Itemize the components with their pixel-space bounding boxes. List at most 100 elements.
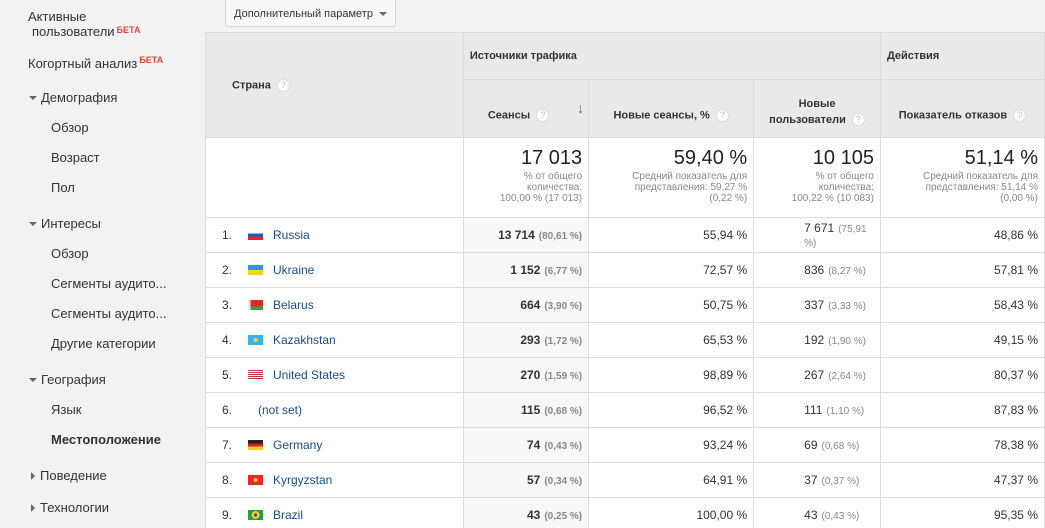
- country-link[interactable]: Kyrgyzstan: [273, 473, 332, 487]
- new-users-value: 7 671: [804, 221, 835, 235]
- column-header-bounce-rate[interactable]: Показатель отказов?: [879, 79, 1045, 138]
- bounce-rate-cell: 87,83 %: [879, 392, 1045, 428]
- sidebar-item-active-users[interactable]: Активные пользователи БЕТА: [28, 9, 140, 39]
- analytics-location-report: Активные пользователи БЕТА Когортный анал…: [0, 0, 1045, 528]
- country-link[interactable]: Russia: [273, 228, 310, 242]
- sidebar-item-label: Поведение: [40, 468, 107, 483]
- sort-descending-icon[interactable]: ↓: [577, 100, 584, 116]
- new-users-cell: 43 (0,43 %): [753, 497, 881, 528]
- row-index: 1.: [222, 228, 233, 242]
- column-header-new-sessions[interactable]: Новые сеансы, %?: [588, 79, 755, 138]
- sessions-cell: 293 (1,72 %): [462, 322, 590, 358]
- help-icon[interactable]: ?: [276, 78, 290, 92]
- new-sessions-value: 64,91 %: [703, 473, 748, 487]
- collapse-triangle-icon: [31, 503, 35, 512]
- country-link[interactable]: (not set): [258, 403, 302, 417]
- country-link[interactable]: Brazil: [273, 508, 303, 522]
- sidebar-item-label: Обзор: [51, 246, 89, 261]
- beta-badge: БЕТА: [139, 55, 164, 65]
- table-row: 4. Kazakhstan 293 (1,72 %) 65,53 % 192 (1,9…: [205, 322, 1045, 358]
- sessions-value: 43: [526, 508, 541, 522]
- sidebar-item-demographics-overview[interactable]: Обзор: [51, 120, 89, 135]
- sessions-cell: 13 714 (80,61 %): [462, 217, 590, 253]
- country-cell: 3. Belarus: [205, 287, 464, 323]
- column-header-new-users[interactable]: Новые пользователи?: [753, 79, 881, 138]
- sidebar-item-location[interactable]: Местоположение: [51, 432, 161, 447]
- table-row: 7. Germany 74 (0,43 %) 93,24 % 69 (0,68 %) …: [205, 427, 1045, 463]
- new-users-percent: (0,43 %): [821, 511, 860, 522]
- country-link[interactable]: Germany: [273, 438, 322, 452]
- help-icon[interactable]: ?: [536, 109, 550, 122]
- help-icon[interactable]: ?: [715, 109, 729, 122]
- bounce-rate-cell: 58,43 %: [879, 287, 1045, 323]
- column-header-sessions[interactable]: Сеансы? ↓: [462, 79, 590, 138]
- russia-flag-icon: [248, 229, 263, 240]
- expand-triangle-icon: [29, 221, 37, 226]
- new-users-value: 267: [804, 368, 825, 382]
- sessions-value: 270: [520, 368, 541, 382]
- expand-triangle-icon: [29, 377, 37, 382]
- sessions-percent: (0,43 %): [544, 441, 583, 452]
- sidebar-nav: Активные пользователи БЕТА Когортный анал…: [0, 0, 205, 528]
- sidebar-item-technology[interactable]: Технологии: [29, 500, 109, 515]
- country-cell: 9. Brazil: [205, 497, 464, 528]
- sidebar-item-interests-overview[interactable]: Обзор: [51, 246, 89, 261]
- sidebar-item-label: Сегменты аудито...: [51, 306, 167, 321]
- totals-bounce-rate: 51,14 % Средний показатель для представл…: [879, 137, 1045, 218]
- totals-new-users: 10 105 % от общего количества: 100,22 % …: [753, 137, 881, 218]
- sidebar-item-label: Обзор: [51, 120, 89, 135]
- sidebar-item-interests[interactable]: Интересы: [29, 216, 101, 231]
- sidebar-item-other-categories[interactable]: Другие категории: [51, 336, 156, 351]
- sessions-percent: (3,90 %): [544, 301, 583, 312]
- sidebar-item-behavior[interactable]: Поведение: [29, 468, 107, 483]
- new-users-value: 111: [804, 403, 823, 417]
- sidebar-item-cohort-analysis[interactable]: Когортный анализ БЕТА: [28, 55, 164, 71]
- new-users-cell: 111 (1,10 %): [753, 392, 881, 428]
- row-index: 2.: [222, 263, 233, 277]
- help-icon[interactable]: ?: [1013, 109, 1027, 122]
- country-link[interactable]: Ukraine: [273, 263, 314, 277]
- sidebar-item-geo[interactable]: География: [29, 372, 106, 387]
- new-users-cell: 836 (8,27 %): [753, 252, 881, 288]
- sidebar-item-affinity-segments[interactable]: Сегменты аудито...: [51, 276, 167, 291]
- column-header-country[interactable]: Страна?: [205, 32, 464, 138]
- sidebar-item-label: Язык: [51, 402, 82, 417]
- country-link[interactable]: Kazakhstan: [273, 333, 336, 347]
- sidebar-item-in-market-segments[interactable]: Сегменты аудито...: [51, 306, 167, 321]
- bounce-rate-cell: 95,35 %: [879, 497, 1045, 528]
- new-sessions-value: 55,94 %: [703, 228, 748, 242]
- totals-sessions: 17 013 % от общего количества: 100,00 % …: [462, 137, 590, 218]
- sessions-value: 293: [520, 333, 541, 347]
- sidebar-item-demographics[interactable]: Демография: [29, 90, 117, 105]
- help-icon[interactable]: ?: [851, 113, 865, 127]
- new-sessions-value: 100,00 %: [696, 508, 748, 522]
- sessions-percent: (0,25 %): [544, 511, 583, 522]
- new-users-cell: 37 (0,37 %): [753, 462, 881, 498]
- sessions-cell: 57 (0,34 %): [462, 462, 590, 498]
- country-cell: 4. Kazakhstan: [205, 322, 464, 358]
- secondary-dimension-dropdown[interactable]: Дополнительный параметр: [225, 0, 396, 27]
- bounce-rate-value: 47,37 %: [993, 473, 1038, 487]
- sidebar-item-label: Пол: [51, 180, 75, 195]
- table-row: 3. Belarus 664 (3,90 %) 50,75 % 337 (3,33 %…: [205, 287, 1045, 323]
- report-toolbar: Дополнительный параметр: [205, 0, 1045, 33]
- new-users-value: 43: [804, 508, 818, 522]
- totals-row: 17 013 % от общего количества: 100,00 % …: [205, 137, 1045, 218]
- totals-new-sessions: 59,40 % Средний показатель для представл…: [588, 137, 755, 218]
- country-link[interactable]: United States: [273, 368, 345, 382]
- new-users-cell: 337 (3,33 %): [753, 287, 881, 323]
- bounce-rate-cell: 47,37 %: [879, 462, 1045, 498]
- new-sessions-cell: 55,94 %: [588, 217, 755, 253]
- new-users-cell: 192 (1,90 %): [753, 322, 881, 358]
- bounce-rate-cell: 57,81 %: [879, 252, 1045, 288]
- sidebar-item-age[interactable]: Возраст: [51, 150, 100, 165]
- table-row: 6. (not set) 115 (0,68 %) 96,52 % 111 (1,10…: [205, 392, 1045, 428]
- country-link[interactable]: Belarus: [273, 298, 314, 312]
- bounce-rate-value: 78,38 %: [993, 438, 1038, 452]
- bounce-rate-value: 80,37 %: [993, 368, 1038, 382]
- sidebar-item-label: Местоположение: [51, 432, 161, 447]
- germany-flag-icon: [248, 439, 263, 450]
- sidebar-item-gender[interactable]: Пол: [51, 180, 75, 195]
- sidebar-item-language[interactable]: Язык: [51, 402, 81, 417]
- sessions-percent: (1,72 %): [544, 336, 583, 347]
